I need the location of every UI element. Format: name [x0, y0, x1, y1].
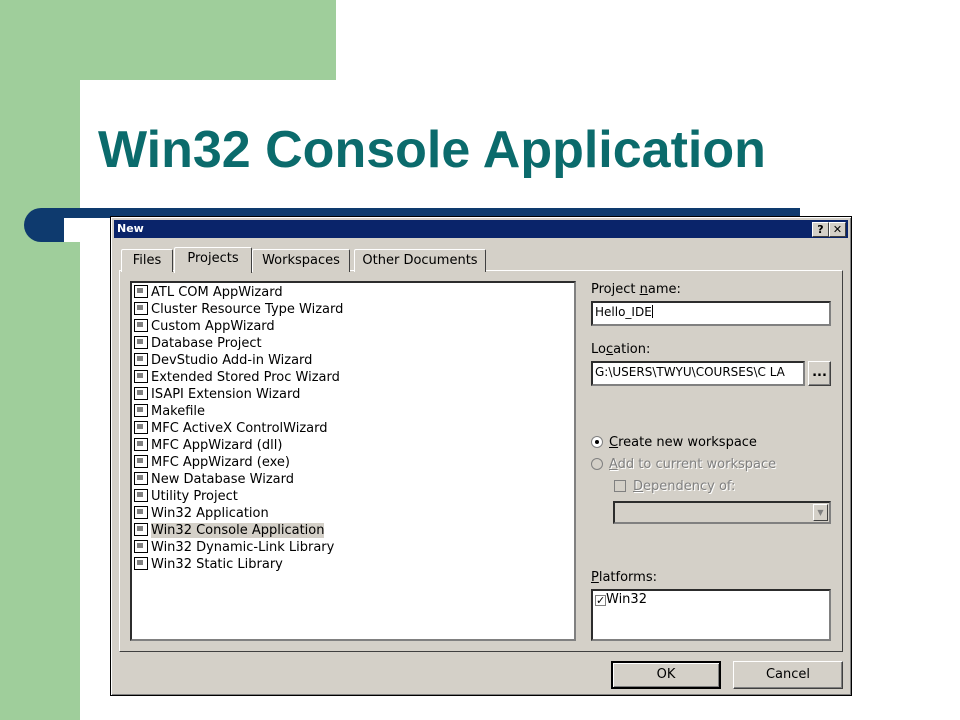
- ok-button[interactable]: OK: [611, 661, 721, 689]
- project-type-label: Win32 Console Application: [151, 523, 325, 538]
- slide-green-top-band: [0, 0, 336, 80]
- project-type-label: New Database Wizard: [151, 472, 294, 487]
- project-type-icon: [134, 455, 148, 468]
- project-type-item[interactable]: Cluster Resource Type Wizard: [134, 301, 346, 318]
- project-type-label: MFC ActiveX ControlWizard: [151, 421, 328, 436]
- project-type-item[interactable]: MFC ActiveX ControlWizard: [134, 420, 330, 437]
- project-type-icon: [134, 421, 148, 434]
- project-type-item[interactable]: Win32 Application: [134, 505, 272, 522]
- project-type-label: Win32 Static Library: [151, 557, 283, 572]
- project-type-icon: [134, 370, 148, 383]
- platform-label: Win32: [606, 592, 647, 607]
- project-type-label: Custom AppWizard: [151, 319, 275, 334]
- project-type-label: Win32 Dynamic-Link Library: [151, 540, 335, 555]
- project-type-icon: [134, 353, 148, 366]
- dialog-titlebar[interactable]: New ? ✕: [114, 220, 848, 238]
- slide-title: Win32 Console Application: [98, 121, 766, 179]
- project-type-label: MFC AppWizard (exe): [151, 455, 290, 470]
- new-dialog: New ? ✕ Files Projects Workspaces Other …: [110, 216, 852, 696]
- dialog-title: New: [117, 222, 144, 235]
- dependency-checkbox[interactable]: [614, 480, 626, 492]
- project-name-label: Project name:: [591, 282, 681, 297]
- project-type-icon: [134, 506, 148, 519]
- project-type-item[interactable]: ATL COM AppWizard: [134, 284, 286, 301]
- tab-workspaces[interactable]: Workspaces: [252, 249, 350, 272]
- add-to-workspace-radio[interactable]: [591, 458, 603, 470]
- project-type-item[interactable]: Makefile: [134, 403, 208, 420]
- project-type-icon: [134, 540, 148, 553]
- project-type-item[interactable]: DevStudio Add-in Wizard: [134, 352, 315, 369]
- location-input[interactable]: G:\USERS\TWYU\COURSES\C LA: [591, 361, 805, 386]
- create-workspace-radio[interactable]: [591, 436, 603, 448]
- project-type-label: Win32 Application: [151, 506, 269, 521]
- add-to-workspace-label[interactable]: Add to current workspace: [609, 457, 776, 472]
- cancel-button[interactable]: Cancel: [733, 661, 843, 689]
- checkmark-icon[interactable]: ✓: [595, 595, 606, 606]
- project-type-item[interactable]: MFC AppWizard (dll): [134, 437, 285, 454]
- project-type-list[interactable]: ATL COM AppWizard Cluster Resource Type W…: [130, 281, 576, 641]
- tab-files[interactable]: Files: [121, 249, 173, 272]
- project-type-icon: [134, 472, 148, 485]
- project-type-icon: [134, 285, 148, 298]
- project-type-label: Utility Project: [151, 489, 238, 504]
- project-type-icon: [134, 336, 148, 349]
- project-type-icon: [134, 489, 148, 502]
- platform-item-win32[interactable]: ✓Win32: [595, 593, 647, 607]
- project-type-icon: [134, 557, 148, 570]
- chevron-down-icon[interactable]: ▼: [813, 504, 828, 521]
- tab-projects[interactable]: Projects: [174, 247, 252, 273]
- project-type-icon: [134, 387, 148, 400]
- project-type-item[interactable]: Win32 Static Library: [134, 556, 286, 573]
- project-type-item[interactable]: Custom AppWizard: [134, 318, 278, 335]
- help-button[interactable]: ?: [812, 222, 829, 237]
- project-type-label: ATL COM AppWizard: [151, 285, 283, 300]
- project-name-input[interactable]: Hello_IDE: [591, 301, 831, 326]
- dependency-dropdown[interactable]: ▼: [613, 501, 831, 524]
- close-button[interactable]: ✕: [829, 222, 846, 237]
- slide-green-sidebar: [0, 0, 80, 720]
- project-type-label: Database Project: [151, 336, 262, 351]
- create-workspace-label[interactable]: Create new workspace: [609, 435, 757, 450]
- browse-button[interactable]: ...: [808, 361, 831, 386]
- project-type-label: MFC AppWizard (dll): [151, 438, 283, 453]
- platforms-label: Platforms:: [591, 570, 657, 585]
- project-type-item[interactable]: MFC AppWizard (exe): [134, 454, 293, 471]
- project-type-label: Makefile: [151, 404, 206, 419]
- project-type-item[interactable]: Database Project: [134, 335, 265, 352]
- project-type-label: DevStudio Add-in Wizard: [151, 353, 313, 368]
- project-type-icon: [134, 438, 148, 451]
- dependency-label[interactable]: Dependency of:: [633, 479, 735, 494]
- project-type-item[interactable]: Extended Stored Proc Wizard: [134, 369, 343, 386]
- project-type-item[interactable]: ISAPI Extension Wizard: [134, 386, 303, 403]
- project-type-icon: [134, 523, 148, 536]
- project-type-label: ISAPI Extension Wizard: [151, 387, 301, 402]
- location-label: Location:: [591, 342, 651, 357]
- project-type-icon: [134, 319, 148, 332]
- project-type-item[interactable]: Win32 Dynamic-Link Library: [134, 539, 337, 556]
- project-type-item[interactable]: Utility Project: [134, 488, 241, 505]
- project-type-item[interactable]: New Database Wizard: [134, 471, 297, 488]
- project-type-icon: [134, 302, 148, 315]
- project-type-label: Extended Stored Proc Wizard: [151, 370, 340, 385]
- tab-other-documents[interactable]: Other Documents: [354, 249, 486, 272]
- project-type-icon: [134, 404, 148, 417]
- platforms-list[interactable]: ✓Win32: [591, 589, 831, 641]
- project-type-item[interactable]: Win32 Console Application: [134, 522, 327, 539]
- project-type-label: Cluster Resource Type Wizard: [151, 302, 344, 317]
